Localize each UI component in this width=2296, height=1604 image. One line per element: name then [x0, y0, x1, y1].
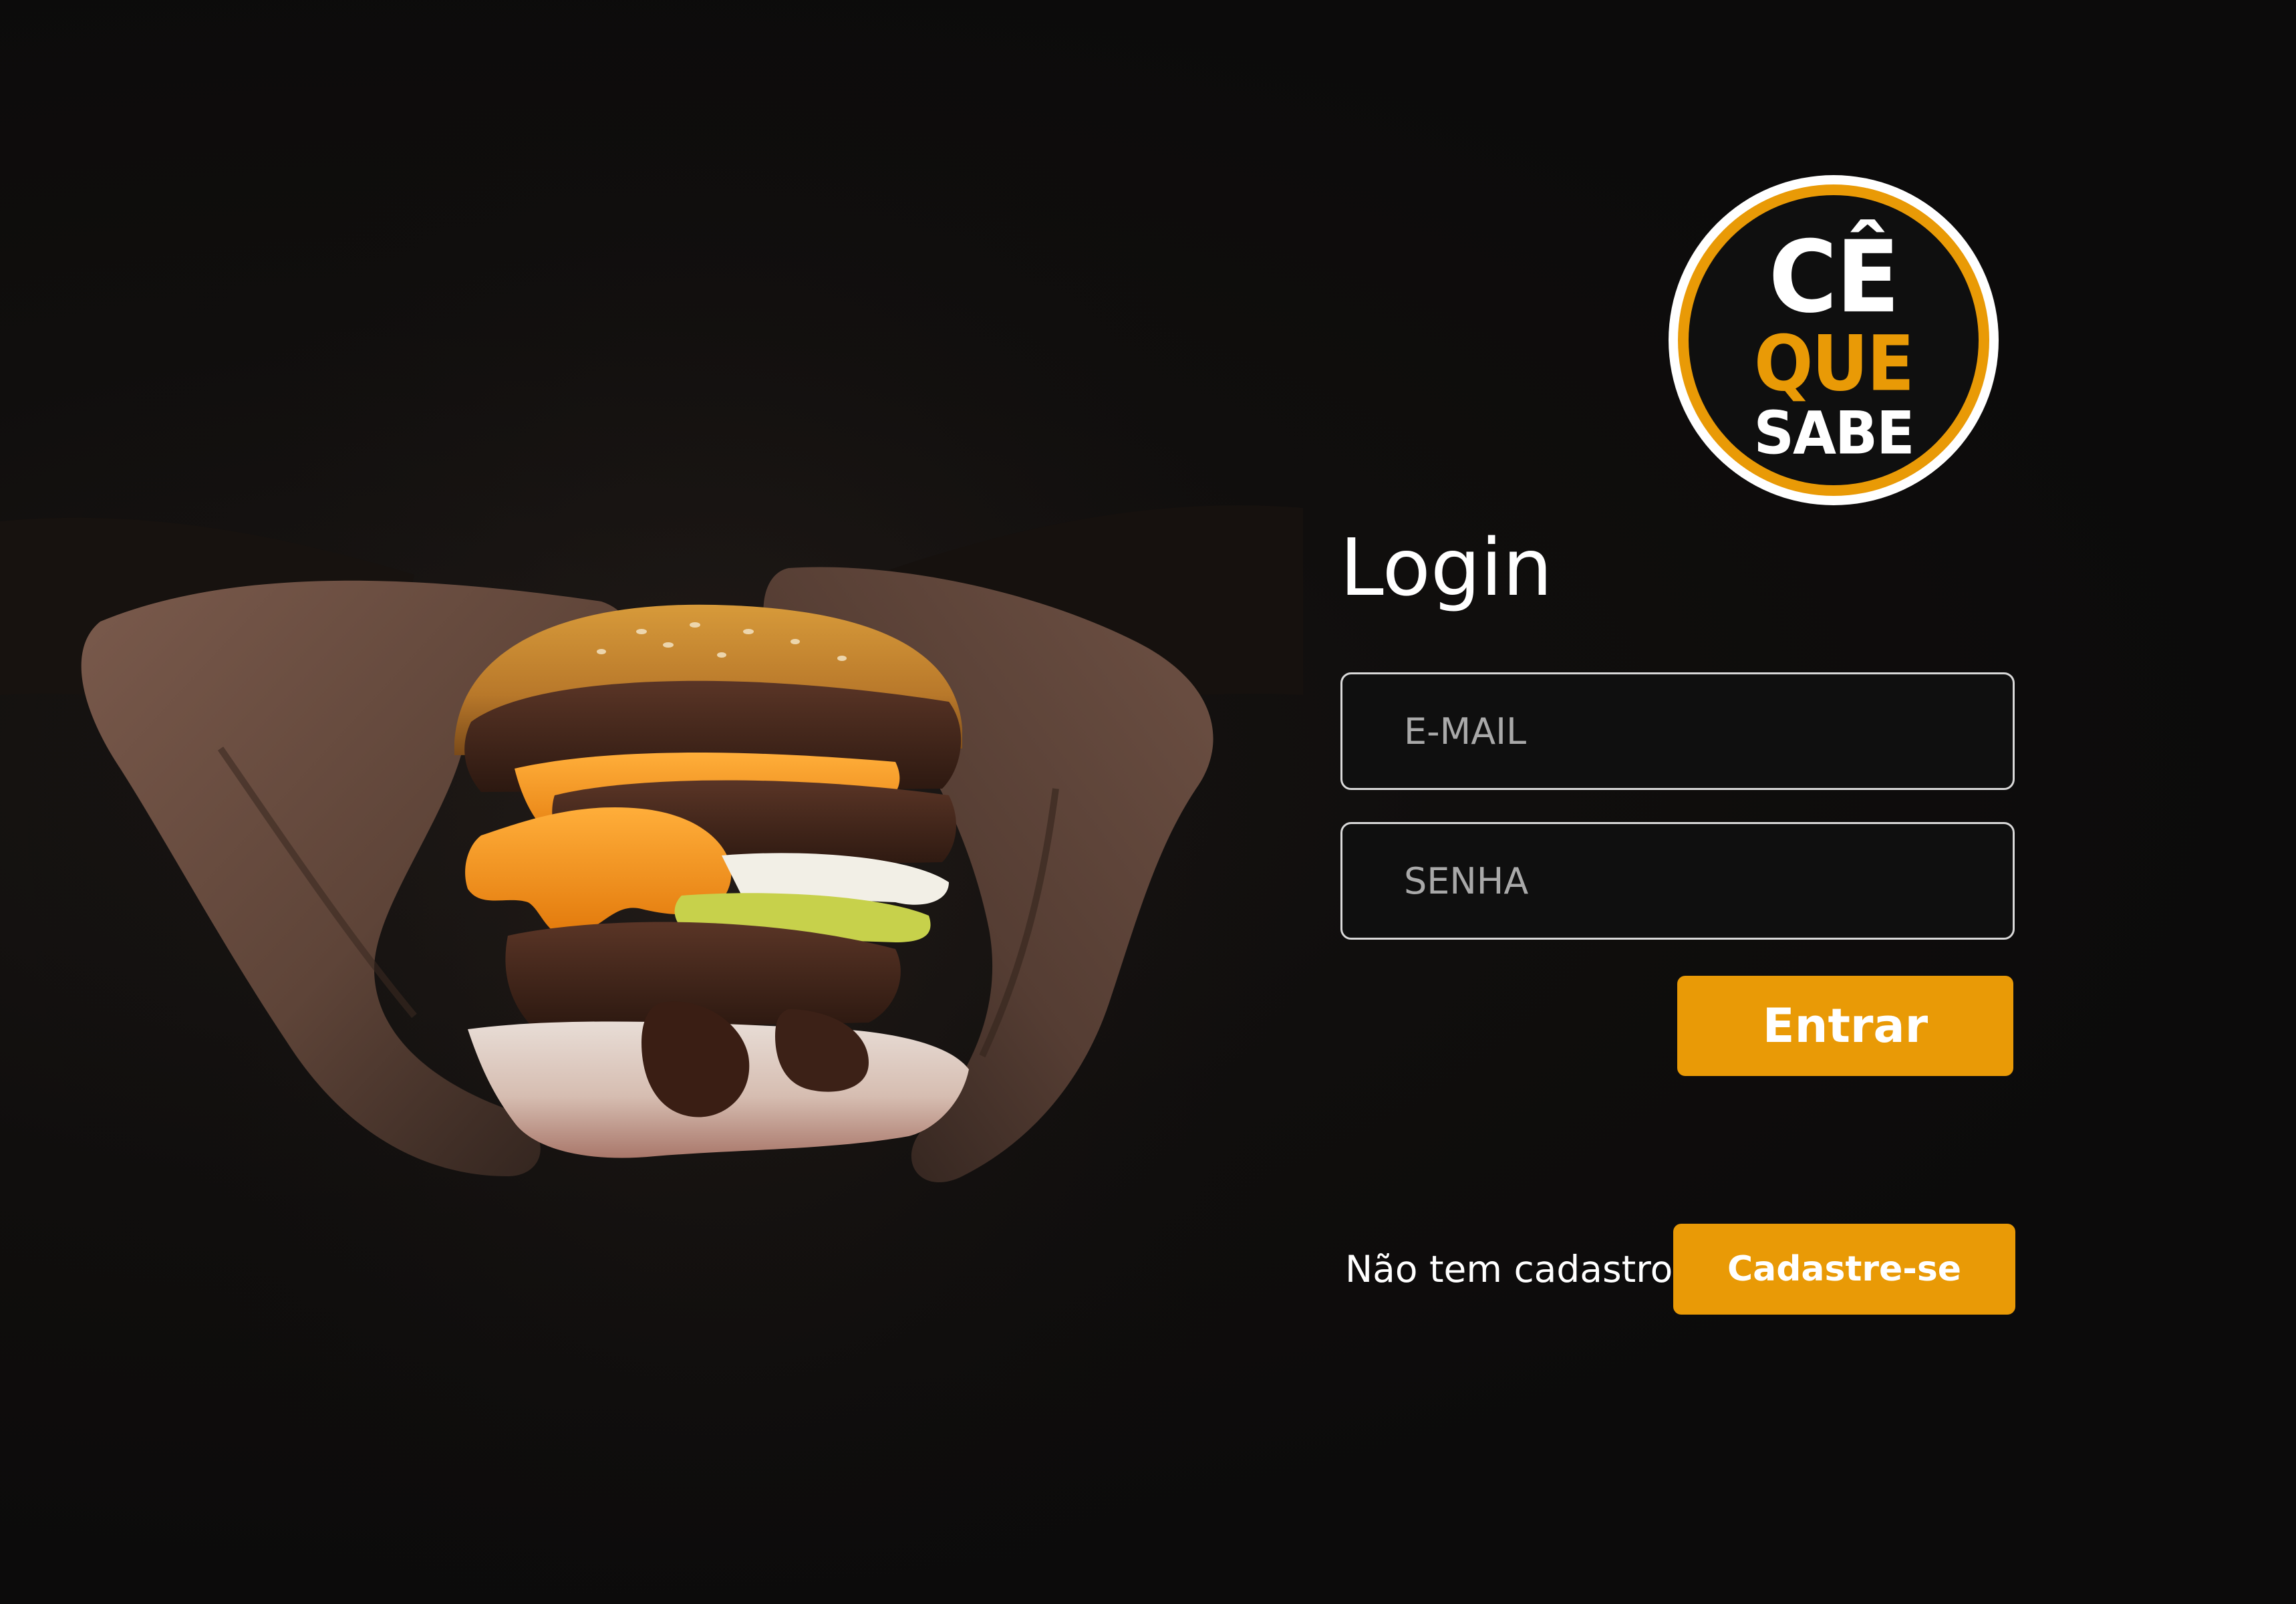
- enter-button[interactable]: Entrar: [1677, 976, 2013, 1076]
- hero-burger-image: [0, 0, 1303, 1604]
- signup-prompt: Não tem cadastro?: [1345, 1248, 1693, 1291]
- email-field[interactable]: [1340, 672, 2015, 790]
- signup-button[interactable]: Cadastre-se: [1673, 1224, 2015, 1315]
- login-page: CÊ QUE SABE Login Entrar Não tem cadastr…: [0, 0, 2296, 1604]
- logo-core: CÊ QUE SABE: [1689, 195, 1979, 485]
- login-title: Login: [1340, 521, 1553, 614]
- logo-text-line-3: SABE: [1753, 398, 1915, 468]
- logo-text-line-1: CÊ: [1768, 220, 1900, 336]
- password-field[interactable]: [1340, 822, 2015, 940]
- logo-text-line-2: QUE: [1754, 318, 1914, 409]
- brand-logo: CÊ QUE SABE: [1669, 175, 1999, 505]
